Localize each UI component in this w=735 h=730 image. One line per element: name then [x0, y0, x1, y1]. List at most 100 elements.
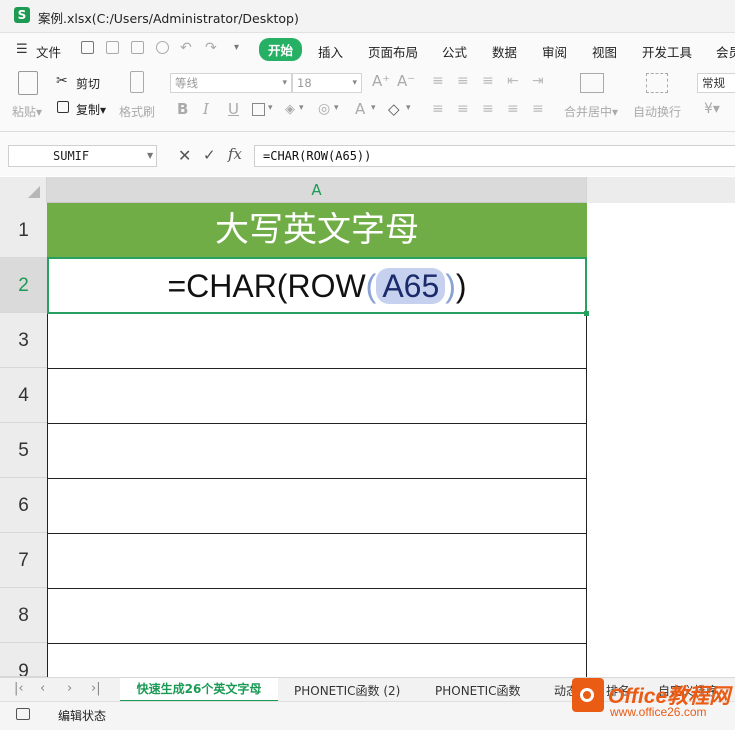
fill-color-dropdown-icon[interactable]: ▾ — [299, 103, 304, 113]
align-top-icon[interactable]: ≡ — [432, 73, 444, 89]
undo-icon[interactable]: ↶ — [180, 40, 192, 56]
watermark-url: www.office26.com — [610, 705, 707, 719]
cut-button[interactable]: 剪切 — [76, 75, 100, 92]
row-header-4[interactable]: 4 — [0, 368, 47, 423]
save-icon[interactable] — [81, 41, 94, 54]
currency-button[interactable]: ¥▾ — [704, 101, 720, 117]
quick-access-dropdown-icon[interactable]: ▾ — [234, 42, 239, 53]
format-painter-button[interactable]: 格式刷 — [119, 103, 155, 120]
confirm-icon[interactable]: ✓ — [203, 146, 216, 164]
cell-a5[interactable] — [47, 424, 587, 479]
row-header-7[interactable]: 7 — [0, 533, 47, 588]
name-box-dropdown-icon[interactable]: ▼ — [147, 151, 153, 160]
export-pdf-icon[interactable] — [106, 41, 119, 54]
hamburger-menu-icon[interactable]: ☰ — [16, 42, 28, 57]
align-right-icon[interactable]: ≡ — [482, 101, 494, 117]
column-header-empty — [586, 177, 735, 203]
paste-icon[interactable] — [18, 71, 38, 95]
next-sheet-icon[interactable]: › — [67, 681, 72, 696]
menu-file[interactable]: 文件 — [36, 42, 61, 61]
ribbon-toolbar: 粘贴▾ ✂ 剪切 复制▾ 格式刷 等线 ▾ 18 ▾ A⁺ A⁻ B I U ▾ ◈… — [0, 63, 735, 132]
fill-handle[interactable] — [584, 311, 589, 316]
font-color-icon[interactable]: ◎ — [318, 101, 330, 117]
bold-icon[interactable]: B — [177, 100, 188, 118]
status-mode-text: 编辑状态 — [58, 709, 107, 723]
paste-button[interactable]: 粘贴▾ — [12, 103, 42, 120]
align-left-icon[interactable]: ≡ — [432, 101, 444, 117]
cancel-icon[interactable]: ✕ — [178, 146, 191, 165]
copy-button[interactable]: 复制▾ — [76, 101, 106, 118]
borders-dropdown-icon[interactable]: ▾ — [268, 103, 273, 113]
column-header-a[interactable]: A — [47, 177, 586, 203]
name-box[interactable]: SUMIF — [8, 145, 157, 167]
select-all-triangle-icon — [28, 186, 40, 198]
fill-color-icon[interactable]: ◈ — [285, 102, 295, 117]
text-color-icon[interactable]: A — [355, 100, 365, 118]
sheet-tab-phonetic[interactable]: PHONETIC函数 — [435, 682, 521, 699]
merge-center-button[interactable]: 合并居中▾ — [564, 103, 618, 120]
macro-record-icon[interactable] — [16, 708, 30, 720]
menu-tab-data[interactable]: 数据 — [492, 42, 517, 61]
menu-tab-developer[interactable]: 开发工具 — [642, 42, 692, 61]
number-format-select[interactable]: 常规 — [697, 73, 735, 93]
menu-bar: ☰ 文件 ↶ ↷ ▾ 开始 插入 页面布局 公式 数据 审阅 视图 开发工具 会… — [0, 33, 735, 63]
cell-a8[interactable] — [47, 589, 587, 644]
font-name-select[interactable]: 等线 ▾ — [170, 73, 292, 93]
align-middle-icon[interactable]: ≡ — [457, 73, 469, 89]
prev-sheet-icon[interactable]: ‹ — [40, 681, 45, 696]
font-color-dropdown-icon[interactable]: ▾ — [334, 103, 339, 113]
row-header-6[interactable]: 6 — [0, 478, 47, 533]
wrap-text-icon[interactable] — [646, 73, 668, 93]
borders-icon[interactable] — [252, 103, 265, 116]
row-header-1[interactable]: 1 — [0, 203, 47, 258]
underline-icon[interactable]: U — [228, 100, 239, 118]
cell-a3[interactable] — [47, 314, 587, 369]
cell-a7[interactable] — [47, 534, 587, 589]
decrease-font-icon[interactable]: A⁻ — [397, 72, 415, 90]
formula-cell-reference: A65 — [376, 268, 446, 304]
last-sheet-icon[interactable]: ›| — [91, 681, 101, 696]
insert-function-icon[interactable]: fx — [228, 145, 242, 163]
eraser-dropdown-icon[interactable]: ▾ — [406, 103, 411, 113]
row-header-9[interactable]: 9 — [0, 643, 47, 677]
sheet-tab-active[interactable]: 快速生成26个英文字母 — [120, 678, 278, 702]
distributed-icon[interactable]: ≡ — [532, 101, 544, 117]
cell-a1[interactable]: 大写英文字母 — [47, 203, 587, 258]
menu-tab-review[interactable]: 审阅 — [542, 42, 567, 61]
print-icon[interactable] — [131, 41, 144, 54]
row-header-5[interactable]: 5 — [0, 423, 47, 478]
decrease-indent-icon[interactable]: ⇤ — [507, 73, 519, 89]
align-center-icon[interactable]: ≡ — [457, 101, 469, 117]
eraser-icon[interactable]: ◇ — [388, 100, 400, 118]
menu-tab-view[interactable]: 视图 — [592, 42, 617, 61]
first-sheet-icon[interactable]: |‹ — [14, 681, 24, 696]
row-header-3[interactable]: 3 — [0, 313, 47, 368]
menu-tab-formulas[interactable]: 公式 — [442, 42, 467, 61]
menu-tab-insert[interactable]: 插入 — [318, 42, 343, 61]
cell-a2-editing[interactable]: =CHAR(ROW(A65)) — [47, 257, 587, 314]
font-size-select[interactable]: 18 ▾ — [292, 73, 362, 93]
format-painter-icon[interactable] — [130, 71, 144, 93]
align-bottom-icon[interactable]: ≡ — [482, 73, 494, 89]
formula-paren-open: ( — [365, 268, 377, 304]
row-header-8[interactable]: 8 — [0, 588, 47, 643]
cell-a9[interactable] — [47, 644, 587, 677]
menu-tab-home[interactable]: 开始 — [259, 38, 303, 61]
print-preview-icon[interactable] — [156, 41, 169, 54]
sheet-tab-phonetic-2[interactable]: PHONETIC函数 (2) — [294, 682, 400, 699]
increase-font-icon[interactable]: A⁺ — [372, 72, 390, 90]
app-logo-icon: S — [14, 7, 30, 23]
cell-a6[interactable] — [47, 479, 587, 534]
text-color-dropdown-icon[interactable]: ▾ — [371, 103, 376, 113]
redo-icon[interactable]: ↷ — [205, 40, 217, 56]
italic-icon[interactable]: I — [203, 100, 209, 118]
justify-icon[interactable]: ≡ — [507, 101, 519, 117]
row-header-2[interactable]: 2 — [0, 258, 47, 313]
wrap-text-button[interactable]: 自动换行 — [633, 103, 681, 120]
cell-a4[interactable] — [47, 369, 587, 424]
increase-indent-icon[interactable]: ⇥ — [532, 73, 544, 89]
merge-center-icon[interactable] — [580, 73, 604, 93]
formula-input[interactable]: =CHAR(ROW(A65)) — [254, 145, 735, 167]
menu-tab-page-layout[interactable]: 页面布局 — [368, 42, 418, 61]
menu-tab-member[interactable]: 会员 — [716, 42, 735, 61]
